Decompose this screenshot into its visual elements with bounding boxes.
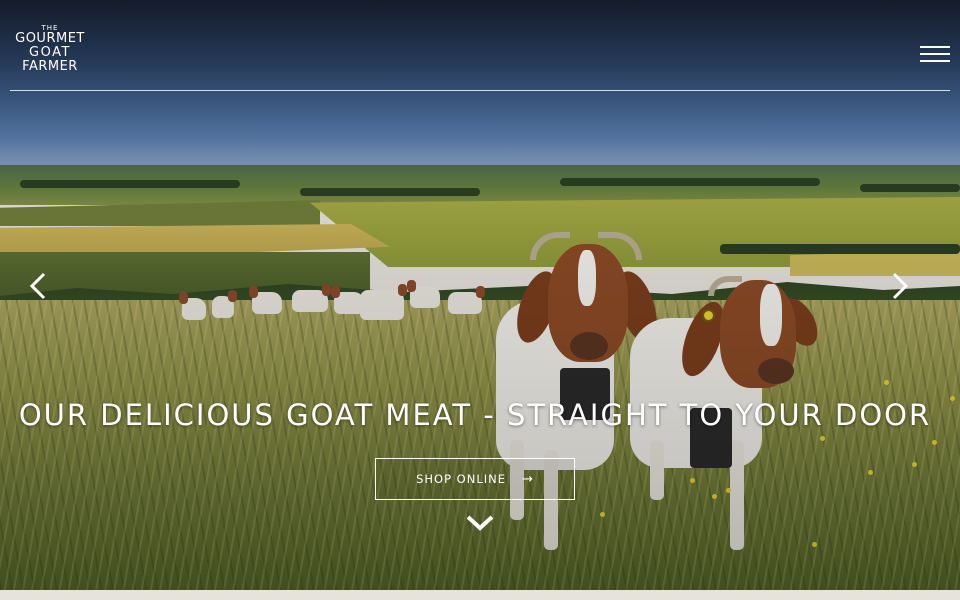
shop-online-label: SHOP ONLINE <box>416 472 506 486</box>
chevron-right-icon[interactable] <box>889 272 911 300</box>
chevron-down-icon[interactable] <box>465 514 495 532</box>
chevron-left-icon[interactable] <box>27 272 49 300</box>
logo-gourmet: GOURMET <box>15 31 85 46</box>
hero-headline: OUR DELICIOUS GOAT MEAT - STRAIGHT TO YO… <box>18 398 932 432</box>
page-content-band <box>0 590 960 600</box>
logo-farmer: FARMER <box>22 59 78 74</box>
site-logo[interactable]: THE GOURMET GOAT FARMER <box>10 24 90 74</box>
site-header: THE GOURMET GOAT FARMER <box>10 0 950 91</box>
logo-goat: GOAT <box>29 45 71 60</box>
shop-online-button[interactable]: SHOP ONLINE → <box>375 458 575 500</box>
arrow-right-icon: → <box>522 471 534 487</box>
hamburger-menu-icon[interactable] <box>920 46 950 62</box>
